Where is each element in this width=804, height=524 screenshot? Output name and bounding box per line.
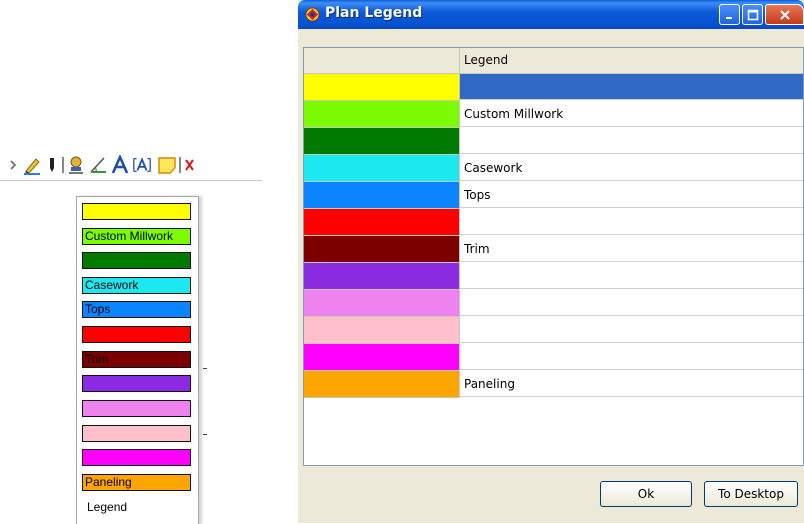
color-swatch[interactable] — [304, 236, 460, 263]
dropdown-item-trim[interactable]: Trim — [82, 351, 191, 368]
text-icon[interactable] — [110, 154, 130, 176]
table-row[interactable] — [304, 290, 803, 317]
close-button[interactable] — [765, 4, 804, 25]
legend-label-cell[interactable] — [460, 290, 803, 316]
table-row[interactable] — [304, 74, 803, 101]
dropdown-item-paneling[interactable]: Paneling — [82, 474, 191, 491]
legend-label-cell[interactable] — [460, 128, 803, 154]
table-row[interactable]: Custom Millwork — [304, 101, 803, 128]
color-swatch[interactable] — [304, 128, 460, 155]
title-bar[interactable]: Plan Legend — [298, 0, 804, 29]
plan-legend-dialog: Plan Legend Legend Custom Millwork Casew… — [298, 0, 804, 523]
background-divider — [203, 368, 207, 369]
dialog-title: Plan Legend — [325, 5, 423, 21]
table-row[interactable]: Paneling — [304, 371, 803, 398]
minimize-button[interactable] — [719, 4, 740, 25]
legend-label-cell[interactable] — [460, 209, 803, 235]
background-divider — [203, 434, 207, 435]
color-swatch[interactable] — [304, 155, 460, 182]
table-row[interactable] — [304, 209, 803, 236]
legend-column-header[interactable]: Legend — [464, 53, 508, 67]
dropdown-item[interactable] — [82, 203, 191, 220]
maximize-button[interactable] — [742, 4, 763, 25]
table-row[interactable] — [304, 128, 803, 155]
dropdown-item[interactable] — [82, 400, 191, 417]
ok-button[interactable]: Ok — [600, 481, 692, 507]
table-row[interactable]: Trim — [304, 236, 803, 263]
table-row[interactable] — [304, 263, 803, 290]
dropdown-item[interactable] — [82, 449, 191, 466]
color-swatch[interactable] — [304, 371, 460, 398]
dropdown-legend-label[interactable]: Legend — [87, 500, 127, 514]
legend-label-cell[interactable] — [460, 344, 803, 370]
color-swatch[interactable] — [304, 209, 460, 236]
legend-label-cell[interactable]: Tops — [460, 182, 803, 208]
close-icon — [779, 9, 790, 20]
app-icon — [305, 7, 320, 22]
color-swatch[interactable] — [304, 344, 460, 371]
color-swatch[interactable] — [304, 317, 460, 344]
angle-icon[interactable] — [88, 154, 108, 176]
dropdown-item[interactable] — [82, 375, 191, 392]
color-column-header[interactable] — [304, 48, 460, 73]
color-swatch[interactable] — [304, 263, 460, 290]
legend-label-cell[interactable] — [460, 263, 803, 289]
toolbar-separator — [179, 157, 181, 173]
maximize-icon — [747, 9, 758, 20]
grid-header: Legend — [304, 48, 803, 74]
legend-label-cell[interactable]: Trim — [460, 236, 803, 262]
marker-icon[interactable] — [42, 154, 62, 176]
stamp-icon[interactable] — [66, 154, 86, 176]
dropdown-item-tops[interactable]: Tops — [82, 301, 191, 318]
dropdown-item[interactable] — [82, 326, 191, 343]
close-icon[interactable] — [183, 154, 195, 176]
pencil-icon[interactable] — [22, 154, 42, 176]
arrow-icon[interactable] — [3, 154, 23, 176]
color-swatch[interactable] — [304, 101, 460, 128]
legend-grid: Legend Custom Millwork Casework Tops Tri… — [303, 47, 804, 466]
legend-label-cell[interactable]: Casework — [460, 155, 803, 181]
color-swatch[interactable] — [304, 290, 460, 317]
toolbar-separator — [62, 157, 64, 173]
table-row[interactable]: Casework — [304, 155, 803, 182]
legend-label-cell[interactable]: Custom Millwork — [460, 101, 803, 127]
table-row[interactable]: Tops — [304, 182, 803, 209]
legend-label-cell[interactable] — [460, 74, 803, 100]
sticky-note-icon[interactable] — [157, 154, 177, 176]
table-row[interactable] — [304, 317, 803, 344]
color-swatch[interactable] — [304, 74, 460, 101]
color-swatch[interactable] — [304, 182, 460, 209]
dropdown-item[interactable] — [82, 252, 191, 269]
legend-label-cell[interactable] — [460, 317, 803, 343]
markup-toolbar — [0, 150, 262, 181]
legend-label-cell[interactable]: Paneling — [460, 371, 803, 397]
dropdown-item-custom-millwork[interactable]: Custom Millwork — [82, 228, 191, 245]
minimize-icon — [725, 16, 732, 19]
to-desktop-button[interactable]: To Desktop — [704, 481, 798, 507]
text-box-icon[interactable] — [132, 154, 152, 176]
legend-dropdown: Custom Millwork Casework Tops Trim Panel… — [76, 196, 199, 524]
dropdown-item-casework[interactable]: Casework — [82, 277, 191, 294]
dropdown-item[interactable] — [82, 425, 191, 442]
table-row[interactable] — [304, 344, 803, 371]
